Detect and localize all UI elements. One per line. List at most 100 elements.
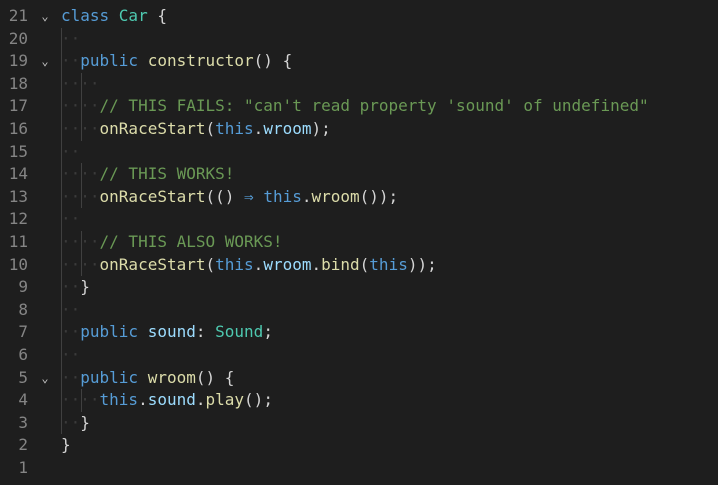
code-line[interactable]: 4 ····this.sound.play(); <box>0 389 718 412</box>
code-token: // THIS FAILS: "can't read property 'sou… <box>99 96 649 116</box>
code-line[interactable]: 12 ·· <box>0 208 718 231</box>
whitespace-marker: ·· <box>61 28 81 48</box>
code-token: this <box>215 254 254 274</box>
code-line[interactable]: 1 <box>0 457 718 480</box>
code-token: this <box>215 119 254 138</box>
code-token: wroom <box>263 119 312 138</box>
code-text: ··} <box>61 412 90 435</box>
code-text: ···· <box>61 73 100 96</box>
whitespace-marker: ···· <box>61 254 100 274</box>
code-line[interactable]: 19 ⌄ ··public constructor() { <box>0 50 718 73</box>
code-token: (); <box>244 390 273 410</box>
line-number: 10 <box>8 254 28 274</box>
code-line[interactable]: 8 ·· <box>0 298 718 322</box>
code-text: ·· <box>61 344 80 367</box>
code-text: ····// THIS ALSO WORKS! <box>61 231 283 254</box>
code-token: wroom <box>311 186 360 206</box>
line-number: 12 <box>8 209 28 229</box>
code-editor[interactable]: 21 ⌄ class Car {20 ·· 19 ⌄ ··public constructo… <box>0 0 718 485</box>
code-token: onRaceStart <box>99 254 206 274</box>
code-line[interactable]: 7 ··public sound: Sound; <box>0 321 718 344</box>
code-token: sound <box>147 322 196 342</box>
whitespace-marker: ·· <box>61 345 81 364</box>
code-token: // THIS ALSO WORKS! <box>99 232 283 251</box>
whitespace-marker: ···· <box>61 73 100 93</box>
code-token: { <box>147 6 167 25</box>
code-token: } <box>80 277 90 297</box>
line-number: 20 <box>8 28 28 48</box>
code-line[interactable]: 21 ⌄ class Car { <box>0 5 718 28</box>
fold-chevron-icon[interactable]: ⌄ <box>38 5 52 28</box>
code-text: ··public sound: Sound; <box>61 321 273 344</box>
code-text: } <box>61 434 71 457</box>
code-line[interactable]: 17 ····// THIS FAILS: "can't read propert… <box>0 95 718 118</box>
code-line[interactable]: 6 ·· <box>0 344 718 367</box>
code-token: . <box>253 254 264 274</box>
code-line[interactable]: 10 ····onRaceStart(this.wroom.bind(this))… <box>0 253 718 277</box>
code-token: ⇒ <box>244 186 254 206</box>
code-line[interactable]: 9 ··} <box>0 276 718 299</box>
whitespace-marker: ···· <box>61 96 100 116</box>
code-token: . <box>253 119 264 138</box>
code-text: ····onRaceStart(() ⇒ this.wroom()); <box>61 186 398 209</box>
code-text: ····onRaceStart(this.wroom.bind(this)); <box>61 254 437 277</box>
fold-chevron-icon[interactable]: ⌄ <box>38 367 52 390</box>
whitespace-marker: ···· <box>61 232 100 251</box>
code-token: // THIS WORKS! <box>99 164 235 184</box>
fold-chevron-icon[interactable]: ⌄ <box>38 50 52 73</box>
code-token: onRaceStart <box>99 186 206 206</box>
code-token: this <box>369 254 408 274</box>
whitespace-marker: ·· <box>61 299 81 319</box>
code-token: } <box>61 435 71 455</box>
code-text: ·· <box>61 299 80 322</box>
line-number: 21 <box>8 6 28 25</box>
code-line[interactable]: 14 ····// THIS WORKS! <box>0 163 718 186</box>
code-token: } <box>80 412 90 432</box>
code-token: . <box>138 390 148 410</box>
line-number: 13 <box>8 186 28 206</box>
code-text: ··} <box>61 276 90 299</box>
whitespace-marker: ·· <box>61 277 81 297</box>
line-number: 17 <box>8 96 28 116</box>
code-token: public <box>80 322 148 342</box>
line-number: 18 <box>8 73 28 93</box>
whitespace-marker: ·· <box>61 322 81 342</box>
code-token: () { <box>253 51 293 71</box>
code-token: : <box>195 322 216 342</box>
line-number: 19 <box>8 51 28 71</box>
code-line[interactable]: 2} <box>0 434 718 457</box>
code-token: ( <box>205 254 216 274</box>
whitespace-marker: ·· <box>61 51 81 71</box>
code-line[interactable]: 18 ···· <box>0 72 718 96</box>
code-line[interactable]: 11 ····// THIS ALSO WORKS! <box>0 231 718 254</box>
code-token: this <box>99 390 139 410</box>
code-token: ( <box>359 254 370 274</box>
code-line[interactable]: 15 ·· <box>0 140 718 164</box>
whitespace-marker: ···· <box>61 390 100 410</box>
line-number: 7 <box>18 322 28 342</box>
code-line[interactable]: 16 ····onRaceStart(this.wroom); <box>0 118 718 141</box>
code-token: (() <box>205 186 245 206</box>
code-text: ··public constructor() { <box>61 50 292 73</box>
code-text: ····this.sound.play(); <box>61 389 273 412</box>
line-number: 4 <box>18 390 28 410</box>
whitespace-marker: ·· <box>61 209 81 229</box>
code-line[interactable]: 5 ⌄ ··public wroom() { <box>0 366 718 390</box>
code-token: class <box>61 6 119 25</box>
code-token: . <box>195 390 206 410</box>
code-text: ····// THIS FAILS: "can't read property … <box>61 95 649 118</box>
code-token: onRaceStart <box>99 119 206 138</box>
line-number: 15 <box>8 141 28 161</box>
code-token: bind <box>321 254 360 274</box>
code-line[interactable]: 13 ····onRaceStart(() ⇒ this.wroom()); <box>0 185 718 209</box>
code-line[interactable]: 3 ··} <box>0 411 718 435</box>
code-line[interactable]: 20 ·· <box>0 27 718 51</box>
code-token: )); <box>407 254 437 274</box>
line-number: 3 <box>18 412 28 432</box>
code-token: this <box>263 186 302 206</box>
code-token: public <box>80 51 148 71</box>
code-text: ·· <box>61 28 80 51</box>
line-number: 1 <box>18 458 28 477</box>
code-text: ····// THIS WORKS! <box>61 163 234 186</box>
